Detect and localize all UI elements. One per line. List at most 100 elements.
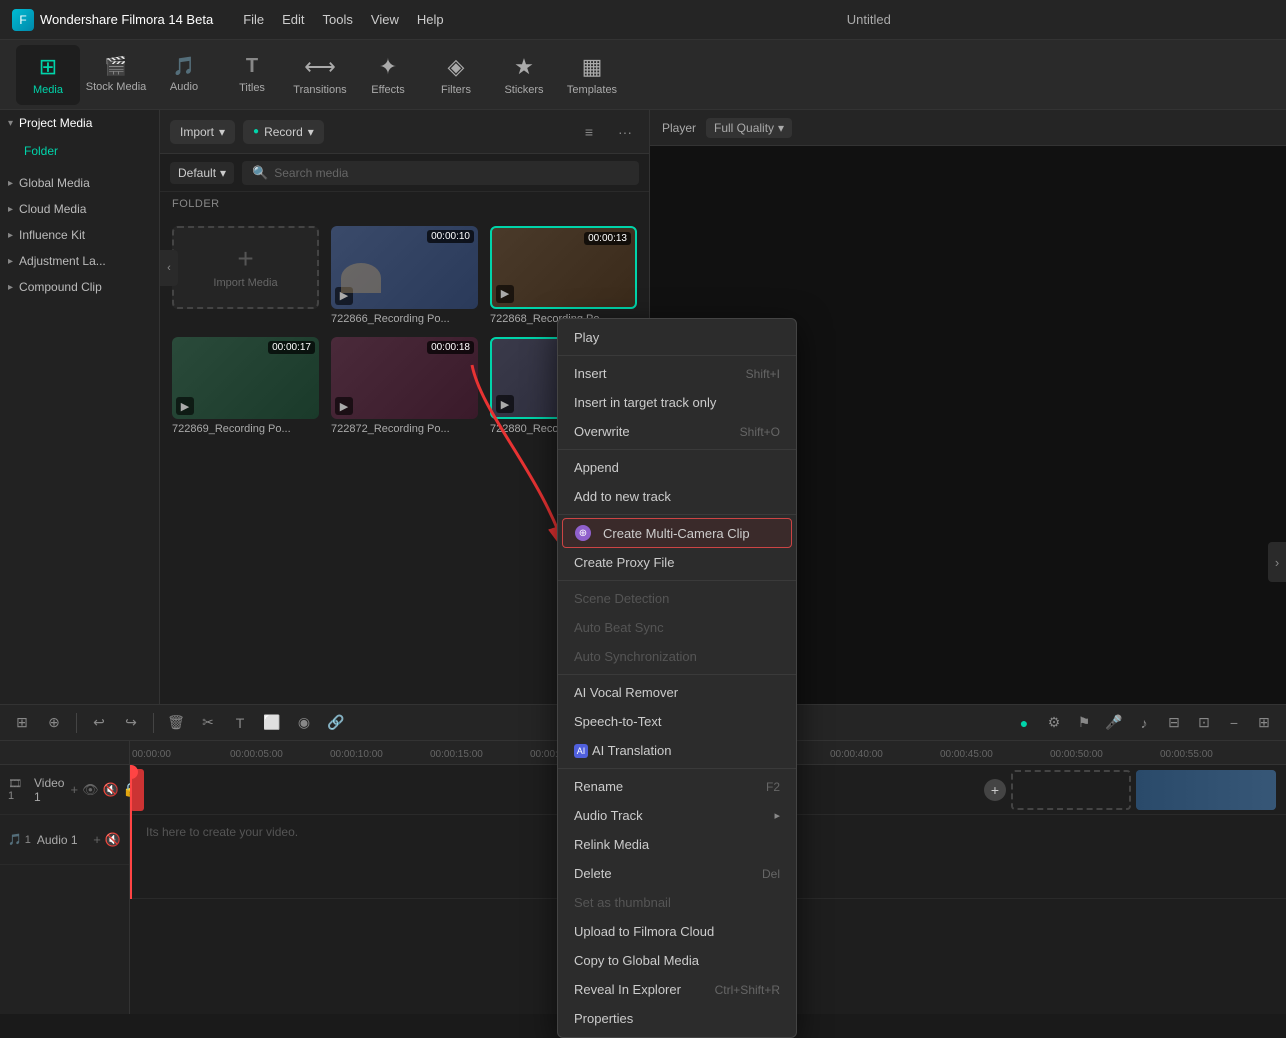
- import-thumb[interactable]: + Import Media: [172, 226, 319, 309]
- sidebar-item-project-media[interactable]: ▾ Project Media: [0, 110, 159, 136]
- sidebar-collapse-btn[interactable]: ‹: [160, 250, 178, 286]
- sidebar-cloud-media-label: Cloud Media: [19, 202, 86, 216]
- sidebar-folder-item[interactable]: Folder: [16, 140, 143, 162]
- cm-set-thumbnail: Set as thumbnail: [558, 888, 796, 917]
- toolbar-titles[interactable]: T Titles: [220, 45, 284, 105]
- tl-btn-redo[interactable]: ↪: [117, 709, 145, 737]
- arrow-icon-global: ▸: [8, 178, 13, 189]
- tl-btn-magnet[interactable]: ⊕: [40, 709, 68, 737]
- tl-btn-zoom-out[interactable]: −: [1220, 709, 1248, 737]
- media-item-3[interactable]: 00:00:18 ▶ 722872_Recording Po...: [331, 337, 478, 436]
- cm-overwrite[interactable]: Overwrite Shift+O: [558, 417, 796, 446]
- cm-create-proxy[interactable]: Create Proxy File: [558, 548, 796, 577]
- cm-ai-translation[interactable]: AI AI Translation: [558, 736, 796, 765]
- stock-media-label: Stock Media: [86, 81, 147, 93]
- track-add-icon[interactable]: +: [70, 782, 78, 798]
- more-options-btn[interactable]: ···: [611, 118, 639, 146]
- sidebar-project-media-label: Project Media: [19, 116, 92, 130]
- view-dropdown[interactable]: Default ▾: [170, 162, 234, 184]
- cm-upload-cloud[interactable]: Upload to Filmora Cloud: [558, 917, 796, 946]
- tl-btn-settings[interactable]: ⚙: [1040, 709, 1068, 737]
- cm-append[interactable]: Append: [558, 453, 796, 482]
- sidebar-item-influence-kit[interactable]: ▸ Influence Kit: [0, 222, 159, 248]
- tl-btn-delete[interactable]: 🗑: [162, 709, 190, 737]
- sidebar-item-compound-clip[interactable]: ▸ Compound Clip: [0, 274, 159, 300]
- tl-btn-layers[interactable]: ⊞: [8, 709, 36, 737]
- menu-tools[interactable]: Tools: [323, 12, 353, 27]
- duration-0: 00:00:10: [427, 230, 474, 243]
- menu-help[interactable]: Help: [417, 12, 444, 27]
- playhead[interactable]: [130, 765, 132, 899]
- menu-bar: File Edit Tools View Help: [243, 12, 443, 27]
- cm-insert[interactable]: Insert Shift+I: [558, 359, 796, 388]
- transitions-icon: ⟷: [304, 54, 336, 80]
- cm-properties[interactable]: Properties: [558, 1004, 796, 1033]
- timeline-clip[interactable]: [1136, 770, 1276, 810]
- media-item-2[interactable]: 00:00:17 ▶ 722869_Recording Po...: [172, 337, 319, 436]
- cm-delete[interactable]: Delete Del: [558, 859, 796, 888]
- ruler-mark-9: 00:00:55:00: [1160, 749, 1213, 760]
- cm-audio-track-arrow: ▸: [774, 809, 780, 822]
- sidebar-item-cloud-media[interactable]: ▸ Cloud Media: [0, 196, 159, 222]
- tl-btn-caption[interactable]: ⊡: [1190, 709, 1218, 737]
- quality-dropdown[interactable]: Full Quality ▾: [706, 118, 792, 138]
- cm-rename[interactable]: Rename F2: [558, 772, 796, 801]
- media-item-1[interactable]: 00:00:13 ▶ 722868_Recording Po...: [490, 226, 637, 325]
- sidebar-item-adjustment-la[interactable]: ▸ Adjustment La...: [0, 248, 159, 274]
- arrow-icon-cloud: ▸: [8, 204, 13, 215]
- cm-relink-media[interactable]: Relink Media: [558, 830, 796, 859]
- cm-add-track[interactable]: Add to new track: [558, 482, 796, 511]
- audio-track-mute-icon[interactable]: 🔇: [105, 832, 121, 848]
- player-panel-collapse-btn[interactable]: ›: [1268, 542, 1286, 582]
- tl-btn-mic[interactable]: 🎤: [1100, 709, 1128, 737]
- menu-edit[interactable]: Edit: [282, 12, 304, 27]
- thumb-overlay-1: ▶: [496, 285, 514, 303]
- cm-sep-2: [558, 449, 796, 450]
- cm-create-multi[interactable]: ⊕ Create Multi-Camera Clip: [562, 518, 792, 548]
- tl-btn-link[interactable]: 🔗: [322, 709, 350, 737]
- tl-btn-record-active[interactable]: ●: [1010, 709, 1038, 737]
- record-button[interactable]: ● Record ▾: [243, 120, 324, 144]
- toolbar-transitions[interactable]: ⟷ Transitions: [288, 45, 352, 105]
- tl-btn-more[interactable]: ⊞: [1250, 709, 1278, 737]
- tl-btn-flag[interactable]: ⚑: [1070, 709, 1098, 737]
- toolbar-stock-media[interactable]: 🎬 Stock Media: [84, 45, 148, 105]
- toolbar-effects[interactable]: ✦ Effects: [356, 45, 420, 105]
- cm-speech-to-text[interactable]: Speech-to-Text: [558, 707, 796, 736]
- tl-btn-cut[interactable]: ✂: [194, 709, 222, 737]
- cm-ai-vocal[interactable]: AI Vocal Remover: [558, 678, 796, 707]
- cm-auto-beat-label: Auto Beat Sync: [574, 620, 664, 635]
- toolbar-audio[interactable]: 🎵 Audio: [152, 45, 216, 105]
- tl-btn-crop[interactable]: ⬜: [258, 709, 286, 737]
- toolbar-filters[interactable]: ◈ Filters: [424, 45, 488, 105]
- cm-insert-target[interactable]: Insert in target track only: [558, 388, 796, 417]
- menu-file[interactable]: File: [243, 12, 264, 27]
- cm-reveal-explorer[interactable]: Reveal In Explorer Ctrl+Shift+R: [558, 975, 796, 1004]
- audio-track-add-icon[interactable]: +: [93, 832, 101, 848]
- media-item-0[interactable]: 00:00:10 ▶ 722866_Recording Po...: [331, 226, 478, 325]
- tl-btn-undo[interactable]: ↩: [85, 709, 113, 737]
- track-mute-icon[interactable]: 🔇: [103, 782, 119, 798]
- cm-speech-label: Speech-to-Text: [574, 714, 661, 729]
- stickers-icon: ★: [514, 54, 534, 80]
- cm-play[interactable]: Play: [558, 323, 796, 352]
- cm-audio-track[interactable]: Audio Track ▸: [558, 801, 796, 830]
- cm-copy-global[interactable]: Copy to Global Media: [558, 946, 796, 975]
- tl-btn-audio-fx[interactable]: ♪: [1130, 709, 1158, 737]
- import-media-item[interactable]: + Import Media: [172, 226, 319, 325]
- import-button[interactable]: Import ▾: [170, 120, 235, 144]
- filter-options-btn[interactable]: ≡: [575, 118, 603, 146]
- toolbar-stickers[interactable]: ★ Stickers: [492, 45, 556, 105]
- search-input[interactable]: [274, 166, 629, 180]
- menu-view[interactable]: View: [371, 12, 399, 27]
- sidebar-global-media-label: Global Media: [19, 176, 90, 190]
- toolbar-templates[interactable]: ▦ Templates: [560, 45, 624, 105]
- add-track-button[interactable]: +: [984, 779, 1006, 801]
- sidebar-item-global-media[interactable]: ▸ Global Media: [0, 170, 159, 196]
- tl-btn-color[interactable]: ◉: [290, 709, 318, 737]
- track-eye-icon[interactable]: 👁: [82, 782, 99, 798]
- toolbar-media[interactable]: ⊞ Media: [16, 45, 80, 105]
- context-menu: Play Insert Shift+I Insert in target tra…: [557, 318, 797, 1038]
- tl-btn-multi-track[interactable]: ⊟: [1160, 709, 1188, 737]
- tl-btn-text[interactable]: T: [226, 709, 254, 737]
